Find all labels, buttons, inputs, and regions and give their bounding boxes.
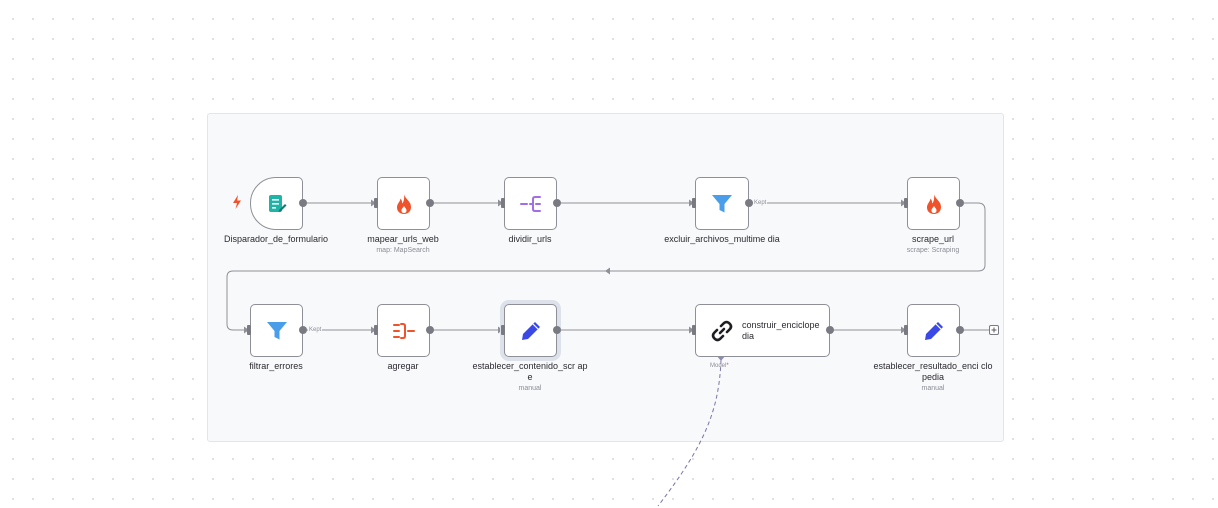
- output-port-scrape[interactable]: [956, 199, 964, 207]
- output-port-disparador[interactable]: [299, 199, 307, 207]
- output-port-establecer-resultado[interactable]: [956, 326, 964, 334]
- node-agregar[interactable]: [377, 304, 430, 357]
- plus-icon: [991, 327, 997, 333]
- aggregate-icon: [392, 319, 416, 343]
- node-dividir-urls[interactable]: [504, 177, 557, 230]
- node-label-establecer-resultado: establecer_resultado_enci clopedia: [873, 361, 993, 382]
- connection-label-kept-1: Kept: [753, 199, 768, 207]
- add-node-button[interactable]: [989, 325, 999, 335]
- node-label-mapear: mapear_urls_web: [367, 234, 439, 244]
- node-label-agregar: agregar: [387, 361, 419, 371]
- filter-icon: [265, 319, 289, 343]
- arrow-loop: [605, 267, 610, 275]
- connections-layer: [226, 199, 989, 507]
- wire-scrape-filtrar: [226, 202, 986, 331]
- connection-label-model: Model*: [710, 362, 729, 370]
- input-port-scrape[interactable]: [904, 198, 908, 208]
- output-port-dividir[interactable]: [553, 199, 561, 207]
- split-icon: [519, 192, 543, 216]
- node-subtitle-scrape: scrape: Scraping: [906, 247, 960, 254]
- node-label-scrape: scrape_url: [911, 234, 955, 244]
- trigger-bolt-icon: [232, 195, 242, 214]
- model-label-text: Model: [710, 363, 727, 369]
- model-required-mark: *: [726, 363, 729, 369]
- pencil-icon: [519, 319, 543, 343]
- node-disparador-de-formulario[interactable]: [250, 177, 303, 230]
- flame-icon: [392, 192, 416, 216]
- input-port-establecer-resultado[interactable]: [904, 325, 908, 335]
- input-port-agregar[interactable]: [374, 325, 378, 335]
- node-label-dividir: dividir_urls: [508, 234, 552, 244]
- node-label-construir: construir_enciclope dia: [742, 319, 820, 341]
- node-label-excluir: excluir_archivos_multime dia: [664, 234, 780, 244]
- node-scrape-url[interactable]: [907, 177, 960, 230]
- node-filtrar-errores[interactable]: [250, 304, 303, 357]
- input-port-excluir[interactable]: [692, 198, 696, 208]
- flame-icon: [922, 192, 946, 216]
- form-icon: [265, 192, 289, 216]
- node-establecer-contenido-scrape[interactable]: [504, 304, 557, 357]
- node-mapear-urls-web[interactable]: [377, 177, 430, 230]
- output-port-establecer-contenido[interactable]: [553, 326, 561, 334]
- output-port-agregar[interactable]: [426, 326, 434, 334]
- node-label-disparador: Disparador_de_formulario: [223, 234, 329, 244]
- node-subtitle-mapear: map: MapSearch: [376, 247, 430, 254]
- input-port-establecer-contenido[interactable]: [501, 325, 505, 335]
- output-port-filtrar[interactable]: [299, 326, 307, 334]
- node-label-establecer-contenido: establecer_contenido_scr ape: [472, 361, 588, 382]
- node-label-filtrar: filtrar_errores: [249, 361, 303, 371]
- pencil-icon: [922, 319, 946, 343]
- node-construir-enciclopedia[interactable]: construir_enciclope dia: [695, 304, 830, 357]
- filter-icon: [710, 192, 734, 216]
- input-port-construir[interactable]: [692, 325, 696, 335]
- input-port-mapear[interactable]: [374, 198, 378, 208]
- connection-label-kept-2: Kept: [308, 326, 323, 334]
- output-port-mapear[interactable]: [426, 199, 434, 207]
- output-port-excluir[interactable]: [745, 199, 753, 207]
- input-port-dividir[interactable]: [501, 198, 505, 208]
- node-subtitle-establecer-contenido: manual: [518, 385, 542, 392]
- node-excluir-archivos-multimedia[interactable]: [695, 177, 749, 230]
- input-port-filtrar[interactable]: [247, 325, 251, 335]
- node-establecer-resultado-enciclopedia[interactable]: [907, 304, 960, 357]
- node-subtitle-establecer-resultado: manual: [921, 385, 945, 392]
- model-wire: [657, 359, 722, 507]
- output-port-construir[interactable]: [826, 326, 834, 334]
- link-icon: [710, 319, 734, 343]
